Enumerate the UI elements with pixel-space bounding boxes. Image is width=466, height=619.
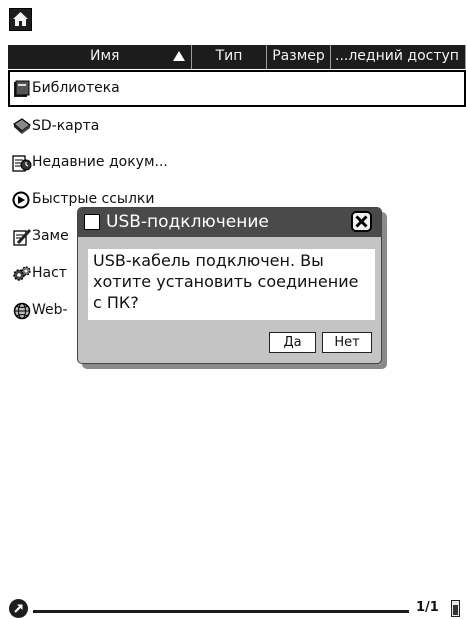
list-item-library[interactable]: Библиотека [8,70,466,107]
column-size-label: Размер [272,48,325,64]
battery-level [453,604,458,615]
top-toolbar [0,0,466,40]
battery-icon [451,600,460,617]
list-item-sd-card[interactable]: SD-карта [8,108,466,145]
column-type[interactable]: Тип [192,45,267,69]
list-item-label: Наст [32,265,67,281]
home-button[interactable] [9,8,32,31]
back-button[interactable] [9,599,28,618]
column-type-label: Тип [215,48,243,64]
list-item-label: Библиотека [32,80,120,96]
list-item-label: SD-карта [32,118,100,134]
page-indicator: 1/1 [416,600,439,615]
usb-connection-dialog: USB-подключение USB-кабель подключен. Вы… [77,207,382,364]
column-name-label: Имя [90,48,120,64]
status-bar: 1/1 [0,598,466,619]
sort-ascending-icon [173,51,185,61]
no-button[interactable]: Нет [322,332,372,353]
column-size[interactable]: Размер [267,45,331,69]
list-item-label: Недавние докум... [32,154,168,170]
arrow-up-right-icon [14,604,23,613]
notes-icon [13,228,32,246]
home-icon [13,12,28,26]
close-icon [355,215,368,228]
column-header: Имя Тип Размер ...ледний доступ [8,45,466,69]
web-icon [13,302,31,320]
list-item-label: Web- [32,302,68,318]
list-item-recent-documents[interactable]: Недавние докум... [8,144,466,181]
dialog-window-icon [84,214,100,230]
sd-card-icon [12,118,31,134]
list-item-label: Заме [32,228,69,244]
dialog-message: USB-кабель подключен. Вы хотите установи… [88,249,375,320]
page-progress-line [33,610,409,613]
column-name[interactable]: Имя [8,45,192,69]
recent-documents-icon [12,155,32,172]
dialog-close-button[interactable] [351,211,372,232]
list-item-label: Быстрые ссылки [32,191,155,207]
book-icon [14,80,30,97]
column-last-access-label: ...ледний доступ [335,48,459,64]
yes-button[interactable]: Да [269,332,316,353]
dialog-title: USB-подключение [106,212,269,232]
column-last-access[interactable]: ...ледний доступ [331,45,466,69]
settings-icon [13,266,31,281]
dialog-title-bar: USB-подключение [78,208,381,237]
quick-links-icon [12,191,30,209]
